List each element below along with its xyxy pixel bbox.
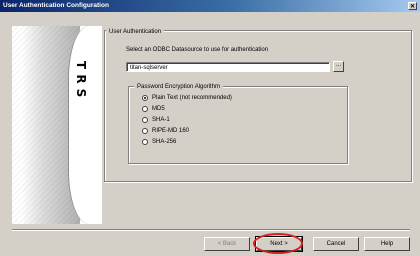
logo-letter: S (74, 88, 88, 98)
password-encryption-title: Password Encryption Algorithm (134, 84, 224, 90)
close-button[interactable]: ✕ (408, 2, 417, 10)
title-bar: User Authentication Configuration ✕ (0, 0, 420, 12)
radio-label: SHA-256 (152, 139, 177, 145)
banner-curve (68, 26, 89, 224)
back-button[interactable]: < Back (204, 237, 250, 251)
window-title: User Authentication Configuration (3, 2, 109, 9)
wizard-banner: T R S (12, 26, 102, 224)
radio-button[interactable] (142, 106, 148, 112)
datasource-instruction: Select an ODBC Datasource to use for aut… (126, 47, 269, 53)
radio-label: MD5 (152, 106, 165, 112)
cancel-button[interactable]: Cancel (313, 237, 359, 251)
radio-button[interactable] (142, 139, 148, 145)
radio-option-sha256[interactable]: SHA-256 (142, 137, 176, 147)
radio-label: RIPE-MD 160 (152, 128, 190, 134)
radio-button[interactable] (142, 128, 148, 134)
radio-option-ripemd160[interactable]: RIPE-MD 160 (142, 126, 189, 136)
banner-logo: T R S (74, 58, 88, 118)
button-separator (12, 229, 410, 231)
user-authentication-title: User Authentication (106, 29, 165, 35)
browse-button[interactable]: ... (333, 61, 344, 72)
radio-button[interactable] (142, 117, 148, 123)
logo-letter: R (74, 74, 88, 84)
datasource-field[interactable]: titan-sqlserver (126, 62, 330, 72)
radio-option-md5[interactable]: MD5 (142, 104, 165, 114)
radio-option-sha1[interactable]: SHA-1 (142, 115, 170, 125)
next-button[interactable]: Next > (255, 236, 303, 252)
help-button[interactable]: Help (364, 237, 410, 251)
radio-button[interactable] (142, 95, 148, 101)
wizard-window: User Authentication Configuration ✕ T R … (0, 0, 420, 256)
radio-label: SHA-1 (152, 117, 170, 123)
radio-label: Plain Text (not recommended) (152, 95, 232, 101)
logo-letter: T (74, 60, 88, 70)
radio-option-plain-text[interactable]: Plain Text (not recommended) (142, 93, 232, 103)
